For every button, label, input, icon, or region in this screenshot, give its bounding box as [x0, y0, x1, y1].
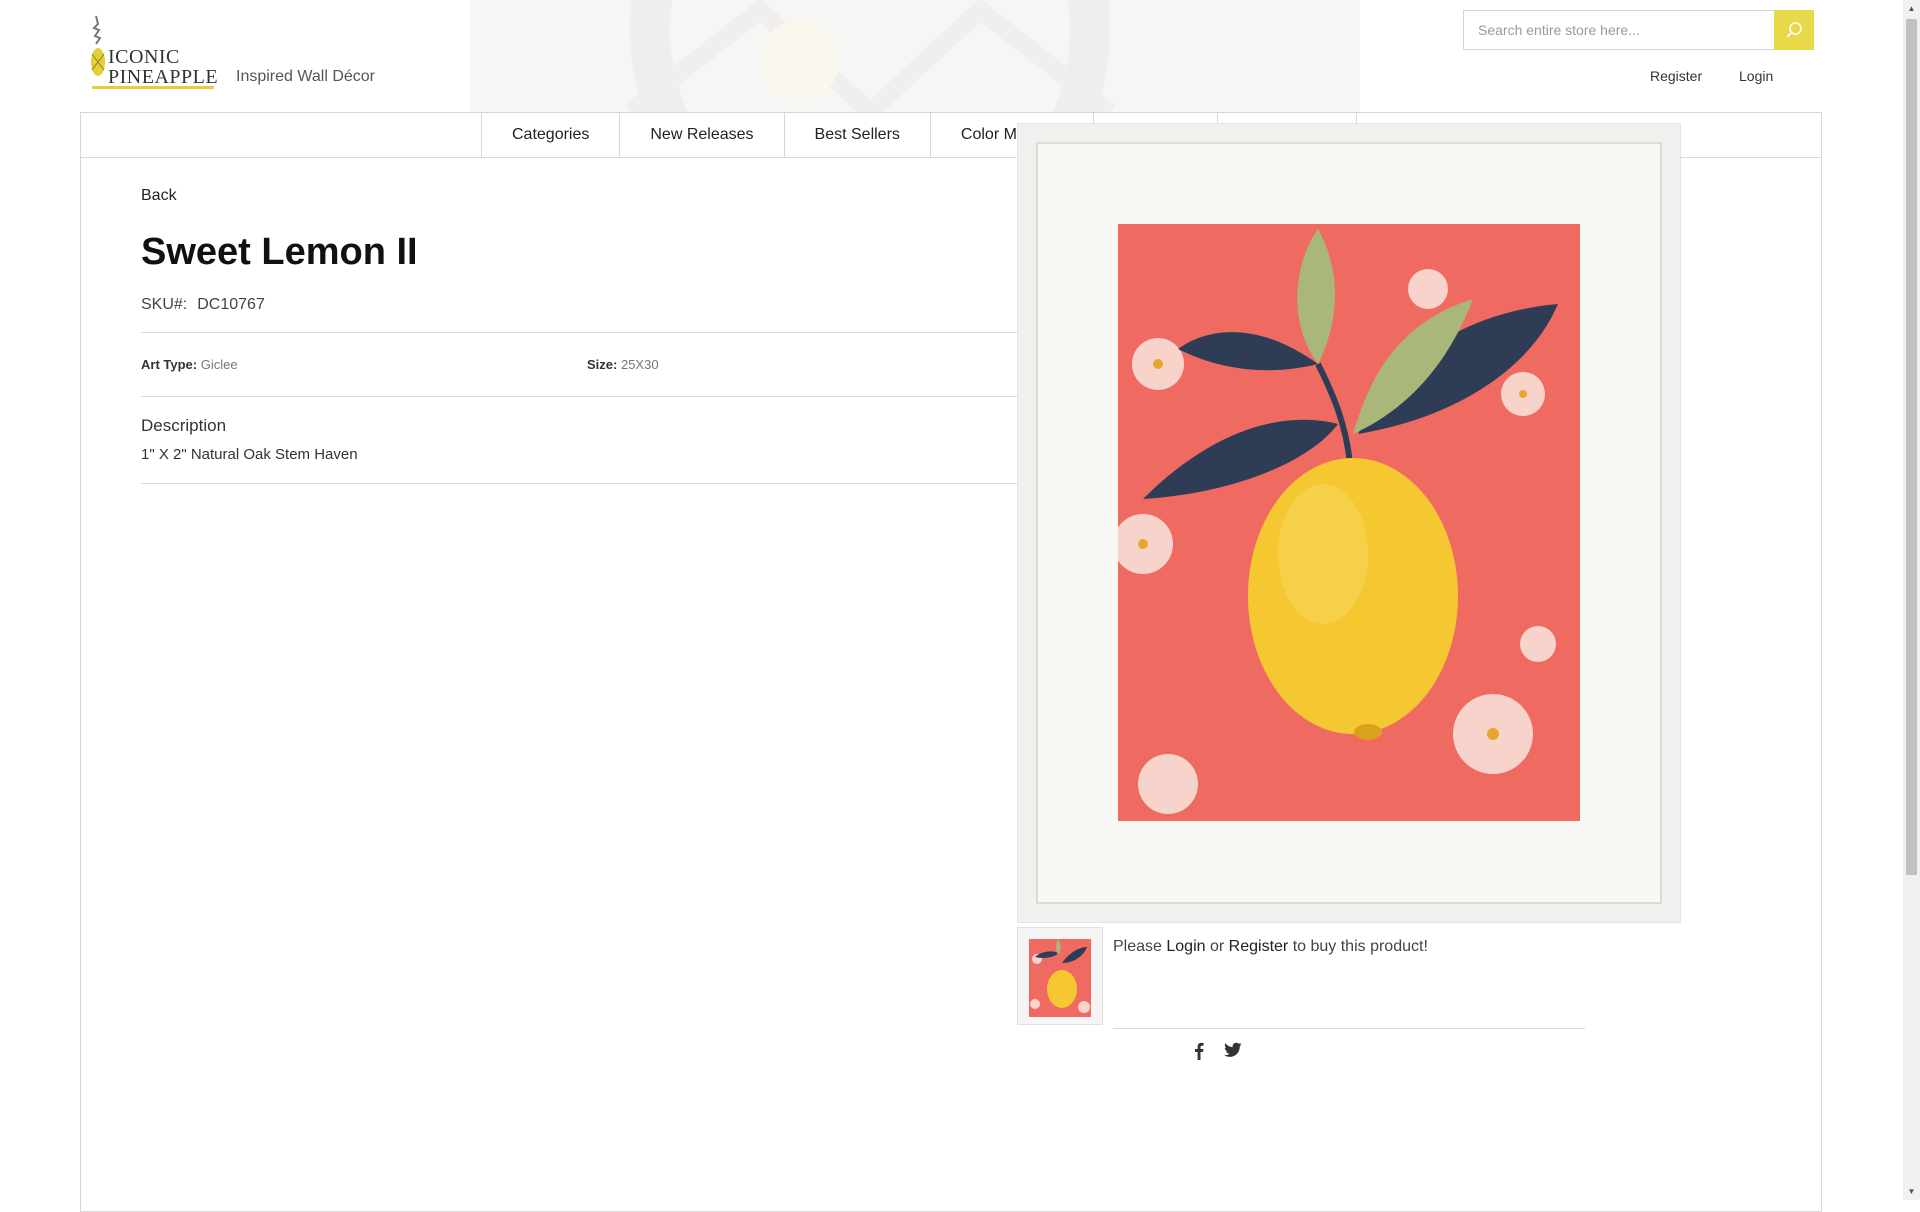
scroll-up-arrow-icon[interactable]: ▲ [1903, 0, 1920, 17]
product-sku: SKU#: DC10767 [141, 296, 265, 314]
thumbnail-print [1029, 939, 1091, 1017]
twitter-icon[interactable] [1224, 1042, 1242, 1063]
scroll-thumb[interactable] [1906, 19, 1917, 875]
size-value: 25X30 [620, 357, 659, 372]
art-type-value: Giclee [200, 357, 238, 372]
art-mat [1036, 142, 1662, 904]
logo-underline [92, 86, 214, 89]
search-icon [1786, 22, 1802, 38]
description-text: 1" X 2" Natural Oak Stem Haven [141, 446, 358, 463]
divider [141, 332, 1017, 333]
buy-register-link[interactable]: Register [1229, 938, 1289, 955]
divider [1113, 1028, 1585, 1029]
nav-categories[interactable]: Categories [482, 113, 621, 157]
divider [141, 483, 1017, 484]
buy-login-link[interactable]: Login [1166, 938, 1205, 955]
product-title: Sweet Lemon II [141, 231, 418, 273]
search-button[interactable] [1774, 10, 1814, 50]
art-type-label: Art Type: [141, 357, 198, 372]
sku-value: DC10767 [197, 296, 265, 313]
buy-message: Please Login or Register to buy this pro… [1113, 938, 1428, 956]
buy-message-suffix: to buy this product! [1292, 938, 1428, 955]
register-link[interactable]: Register [1650, 68, 1702, 84]
art-print [1118, 224, 1580, 821]
size-label: Size: [587, 357, 618, 372]
nav-best-sellers[interactable]: Best Sellers [785, 113, 931, 157]
search-box [1463, 10, 1814, 50]
site-header: ICONIC PINEAPPLE Inspired Wall Décor Reg… [0, 0, 1900, 112]
facebook-icon[interactable] [1194, 1042, 1204, 1065]
vertical-scrollbar[interactable]: ▲ ▼ [1903, 0, 1920, 1200]
description-heading: Description [141, 416, 227, 435]
tagline: Inspired Wall Décor [236, 68, 376, 85]
search-input[interactable] [1464, 11, 1774, 49]
scroll-down-arrow-icon[interactable]: ▼ [1903, 1183, 1920, 1200]
art-type: Art Type: Giclee [141, 357, 238, 372]
back-link[interactable]: Back [141, 187, 177, 205]
buy-message-prefix: Please [1113, 938, 1162, 955]
iconic-pineapple-logo[interactable]: ICONIC PINEAPPLE [88, 14, 218, 90]
login-link[interactable]: Login [1739, 68, 1773, 84]
divider [141, 396, 1017, 397]
sku-label: SKU#: [141, 296, 188, 313]
buy-message-or: or [1209, 938, 1225, 955]
nav-new-releases[interactable]: New Releases [620, 113, 785, 157]
product-image[interactable] [1017, 123, 1681, 923]
header-pattern [470, 0, 1360, 112]
size: Size: 25X30 [587, 357, 659, 372]
product-thumbnail[interactable] [1017, 927, 1103, 1025]
